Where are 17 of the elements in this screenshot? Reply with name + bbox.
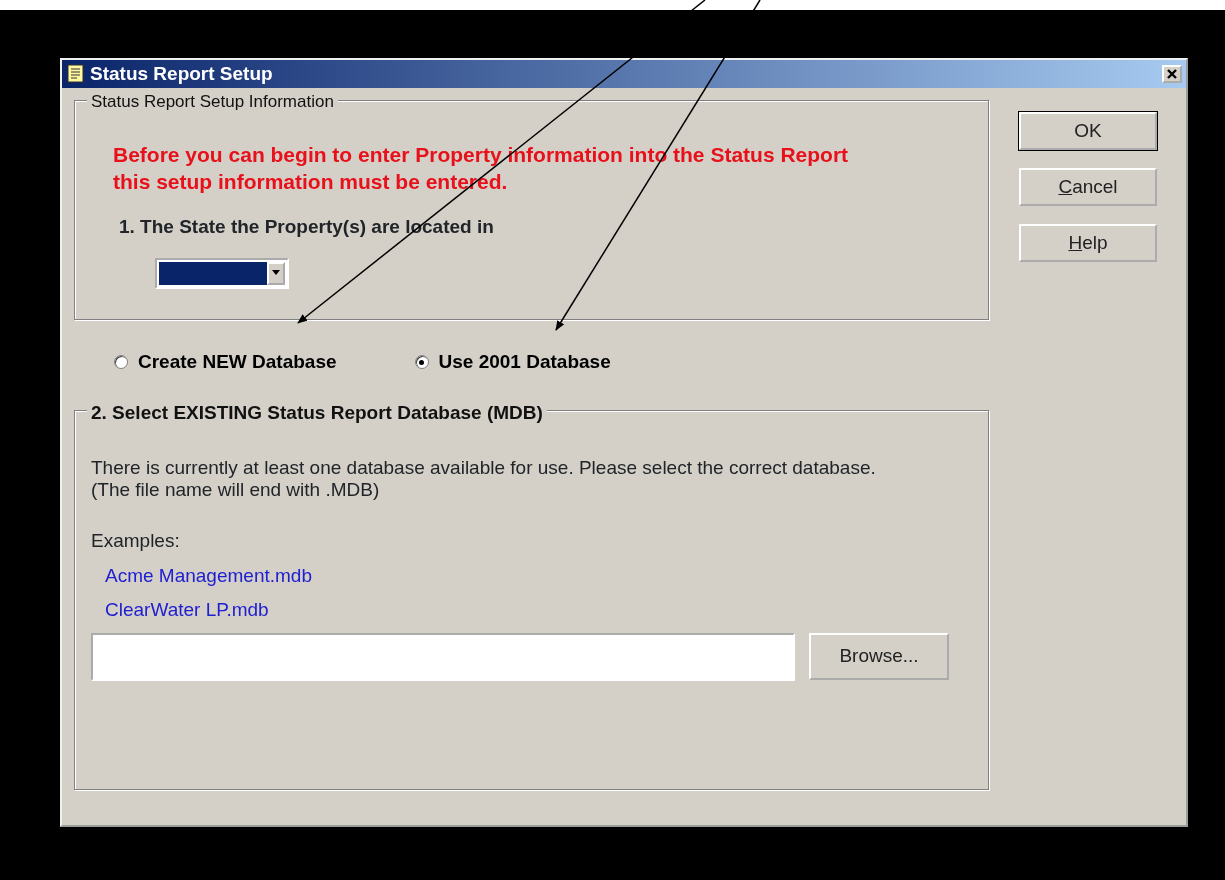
radio-button[interactable]: Use 2001 Database bbox=[414, 348, 611, 376]
description-text: There is currently at least one database available for use. Please select the correct database. (The file name will end with .MDB) bbox=[91, 457, 877, 501]
dialog-button[interactable]: OK bbox=[1019, 112, 1157, 150]
notepad-icon bbox=[66, 64, 86, 84]
window-title: Status Report Setup bbox=[90, 61, 273, 86]
example-text: ClearWater LP.mdb bbox=[105, 598, 269, 622]
close-button[interactable] bbox=[1162, 65, 1182, 83]
dialog-button[interactable]: Cancel bbox=[1019, 168, 1157, 206]
caret-icon bbox=[271, 270, 281, 276]
close-icon bbox=[1167, 69, 1177, 79]
examples-label: Examples: bbox=[91, 529, 181, 553]
browse-button[interactable]: Browse... bbox=[809, 632, 949, 680]
example-text: Acme Management.mdb bbox=[105, 563, 312, 588]
dialog-button[interactable]: Help bbox=[1019, 224, 1157, 262]
radio-button[interactable]: Create NEW Database bbox=[114, 348, 337, 376]
input-field[interactable] bbox=[91, 632, 795, 681]
state-dropdown[interactable] bbox=[155, 257, 289, 289]
